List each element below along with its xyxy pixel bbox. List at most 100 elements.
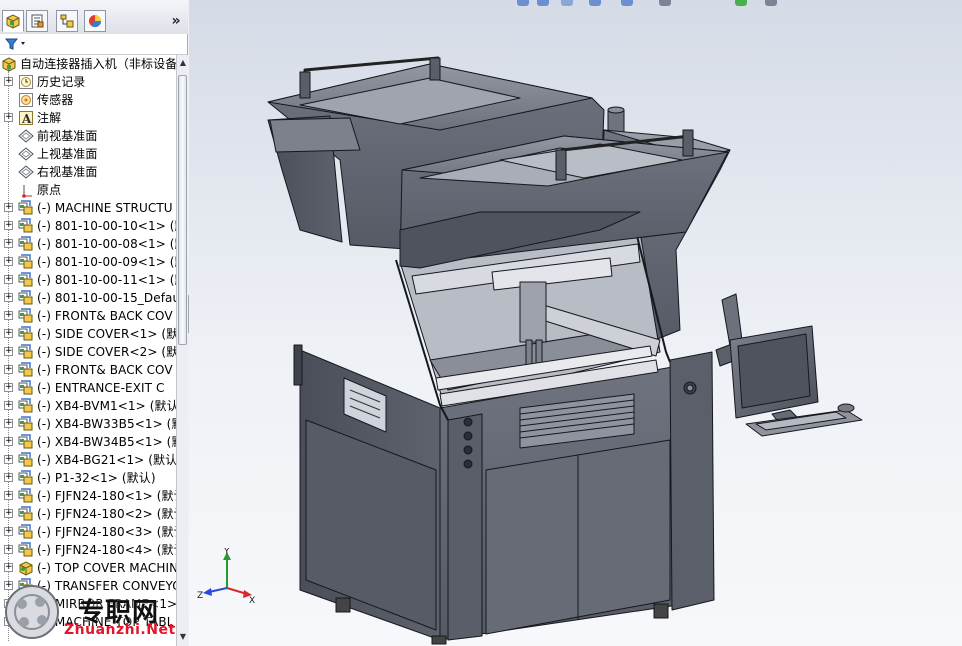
subassembly-icon — [18, 578, 34, 594]
expand-plus-icon[interactable]: + — [4, 437, 13, 446]
expand-plus-icon[interactable]: + — [4, 419, 13, 428]
expand-plus-icon[interactable]: + — [4, 491, 13, 500]
annotation-icon: A — [18, 110, 34, 126]
tree-item[interactable]: + (-) XB4-BW33B5<1> (默 — [0, 415, 176, 433]
part-icon — [18, 560, 34, 576]
tree-item[interactable]: + (-) FJFN24-180<3> (默认 — [0, 523, 176, 541]
subassembly-icon — [18, 254, 34, 270]
tree-item[interactable]: + 历史记录 — [0, 73, 176, 91]
expand-plus-icon[interactable]: + — [4, 581, 13, 590]
expand-plus-icon[interactable]: + — [4, 329, 13, 338]
panel-tab-bar: » — [0, 0, 188, 35]
expand-plus-icon[interactable]: + — [4, 113, 13, 122]
tree-item[interactable]: + (-) FRONT& BACK COV — [0, 361, 176, 379]
expand-plus-icon[interactable]: + — [4, 275, 13, 284]
tree-item[interactable]: + (-) TRANSFER CONVEYO — [0, 577, 176, 595]
tree-item[interactable]: + (-) MACHINE TOP TABL — [0, 613, 176, 631]
expand-plus-icon[interactable]: + — [4, 77, 13, 86]
graphics-area[interactable]: Y X Z — [189, 0, 962, 646]
tree-item[interactable]: + (-) 801-10-00-15_Defau — [0, 289, 176, 307]
tree-item-label: (-) P1-32<1> (默认) — [37, 471, 156, 485]
tree-root-assembly[interactable]: 自动连接器插入机（非标设备 — [0, 55, 176, 73]
tree-item[interactable]: 右视基准面 — [0, 163, 176, 181]
tree-item-label: (-) TOP COVER MACHIN — [37, 561, 176, 575]
tree-item[interactable]: + A 注解 — [0, 109, 176, 127]
expand-plus-icon[interactable]: + — [4, 599, 13, 608]
property-manager-tab[interactable] — [26, 10, 48, 32]
expand-plus-icon[interactable]: + — [4, 473, 13, 482]
expand-plus-icon[interactable]: + — [4, 563, 13, 572]
expand-plus-icon[interactable]: + — [4, 257, 13, 266]
tree-item[interactable]: + (-) XB4-BW34B5<1> (默 — [0, 433, 176, 451]
tree-item[interactable]: + (-) MACHINE STRUCTU — [0, 199, 176, 217]
tree-scrollbar[interactable]: ▲ ▼ — [176, 55, 188, 646]
expand-plus-icon[interactable]: + — [4, 221, 13, 230]
tree-item[interactable]: + (-) XB4-BG21<1> (默认 — [0, 451, 176, 469]
tree-item[interactable]: + (-) SIDE COVER<1> (默 — [0, 325, 176, 343]
tree-item[interactable]: + (-) 801-10-00-09<1> (默 — [0, 253, 176, 271]
tree-item-label: 注解 — [37, 111, 62, 125]
configuration-manager-tab[interactable] — [56, 10, 78, 32]
tree-item-label: (-) MACHINE STRUCTU — [37, 201, 173, 215]
tree-item[interactable]: + (-) FRONT& BACK COV — [0, 307, 176, 325]
tree-item-label: (-) 801-10-00-11<1> (默 — [37, 273, 176, 287]
expand-plus-icon[interactable]: + — [4, 347, 13, 356]
filter-icon[interactable] — [4, 36, 30, 52]
tree-item[interactable]: + (-) SIDE COVER<2> (默 — [0, 343, 176, 361]
expand-plus-icon[interactable]: + — [4, 311, 13, 320]
tree-item[interactable]: 上视基准面 — [0, 145, 176, 163]
expand-plus-icon[interactable]: + — [4, 203, 13, 212]
tree-item-label: 原点 — [37, 183, 62, 197]
more-tabs-chevron-icon[interactable]: » — [168, 12, 184, 30]
triad-x-label: X — [249, 596, 255, 604]
subassembly-icon — [18, 398, 34, 414]
expand-plus-icon[interactable]: + — [4, 239, 13, 248]
expand-plus-icon[interactable]: + — [4, 545, 13, 554]
expand-plus-icon[interactable]: + — [4, 365, 13, 374]
subassembly-icon — [18, 362, 34, 378]
subassembly-icon — [18, 308, 34, 324]
root-icon — [1, 56, 17, 72]
tree-item-label: (-) FJFN24-180<2> (默认 — [37, 507, 176, 521]
tree-item-label: (-) 801-10-00-15_Defau — [37, 291, 176, 305]
tree-item-label: (-) 801-10-00-09<1> (默 — [37, 255, 176, 269]
expand-plus-icon[interactable]: + — [4, 617, 13, 626]
subassembly-icon — [18, 272, 34, 288]
expand-plus-icon[interactable]: + — [4, 509, 13, 518]
machine-3d-model[interactable] — [189, 0, 962, 646]
expand-plus-icon[interactable]: + — [4, 527, 13, 536]
triad-z-label: Z — [197, 591, 203, 601]
expand-plus-icon[interactable]: + — [4, 455, 13, 464]
tree-item[interactable]: 前视基准面 — [0, 127, 176, 145]
subassembly-icon — [18, 326, 34, 342]
subassembly-icon — [18, 488, 34, 504]
display-manager-tab[interactable] — [84, 10, 106, 32]
tree-item[interactable]: + (-) 801-10-00-08<1> (默 — [0, 235, 176, 253]
plane-icon — [18, 146, 34, 162]
tree-item[interactable]: + (-) TOP COVER MACHIN — [0, 559, 176, 577]
tree-item[interactable]: + (-) XB4-BVM1<1> (默认 — [0, 397, 176, 415]
tree-item[interactable]: + (-) MIRROR FRAME<1> — [0, 595, 176, 613]
tree-item-label: 自动连接器插入机（非标设备 — [20, 57, 176, 71]
tree-item[interactable]: + (-) FJFN24-180<4> (默认 — [0, 541, 176, 559]
tree-item[interactable]: + (-) FJFN24-180<2> (默认 — [0, 505, 176, 523]
tree-item-label: (-) XB4-BW34B5<1> (默 — [37, 435, 176, 449]
scroll-up-arrow-icon[interactable]: ▲ — [178, 57, 188, 69]
tree-item[interactable]: + (-) FJFN24-180<1> (默认 — [0, 487, 176, 505]
tree-item[interactable]: 原点 — [0, 181, 176, 199]
expand-plus-icon[interactable]: + — [4, 383, 13, 392]
tree-item[interactable]: 传感器 — [0, 91, 176, 109]
feature-manager-tab[interactable] — [2, 10, 24, 32]
expand-plus-icon[interactable]: + — [4, 401, 13, 410]
tree-item[interactable]: + (-) ENTRANCE-EXIT C — [0, 379, 176, 397]
subassembly-icon — [18, 290, 34, 306]
tree-item[interactable]: + (-) P1-32<1> (默认) — [0, 469, 176, 487]
scroll-down-arrow-icon[interactable]: ▼ — [178, 631, 188, 643]
subassembly-icon — [18, 344, 34, 360]
reference-triad: Y X Z — [197, 548, 255, 604]
tree-item-label: 传感器 — [37, 93, 74, 107]
scrollbar-thumb[interactable] — [178, 75, 187, 345]
tree-item[interactable]: + (-) 801-10-00-11<1> (默 — [0, 271, 176, 289]
tree-item[interactable]: + (-) 801-10-00-10<1> (默 — [0, 217, 176, 235]
expand-plus-icon[interactable]: + — [4, 293, 13, 302]
